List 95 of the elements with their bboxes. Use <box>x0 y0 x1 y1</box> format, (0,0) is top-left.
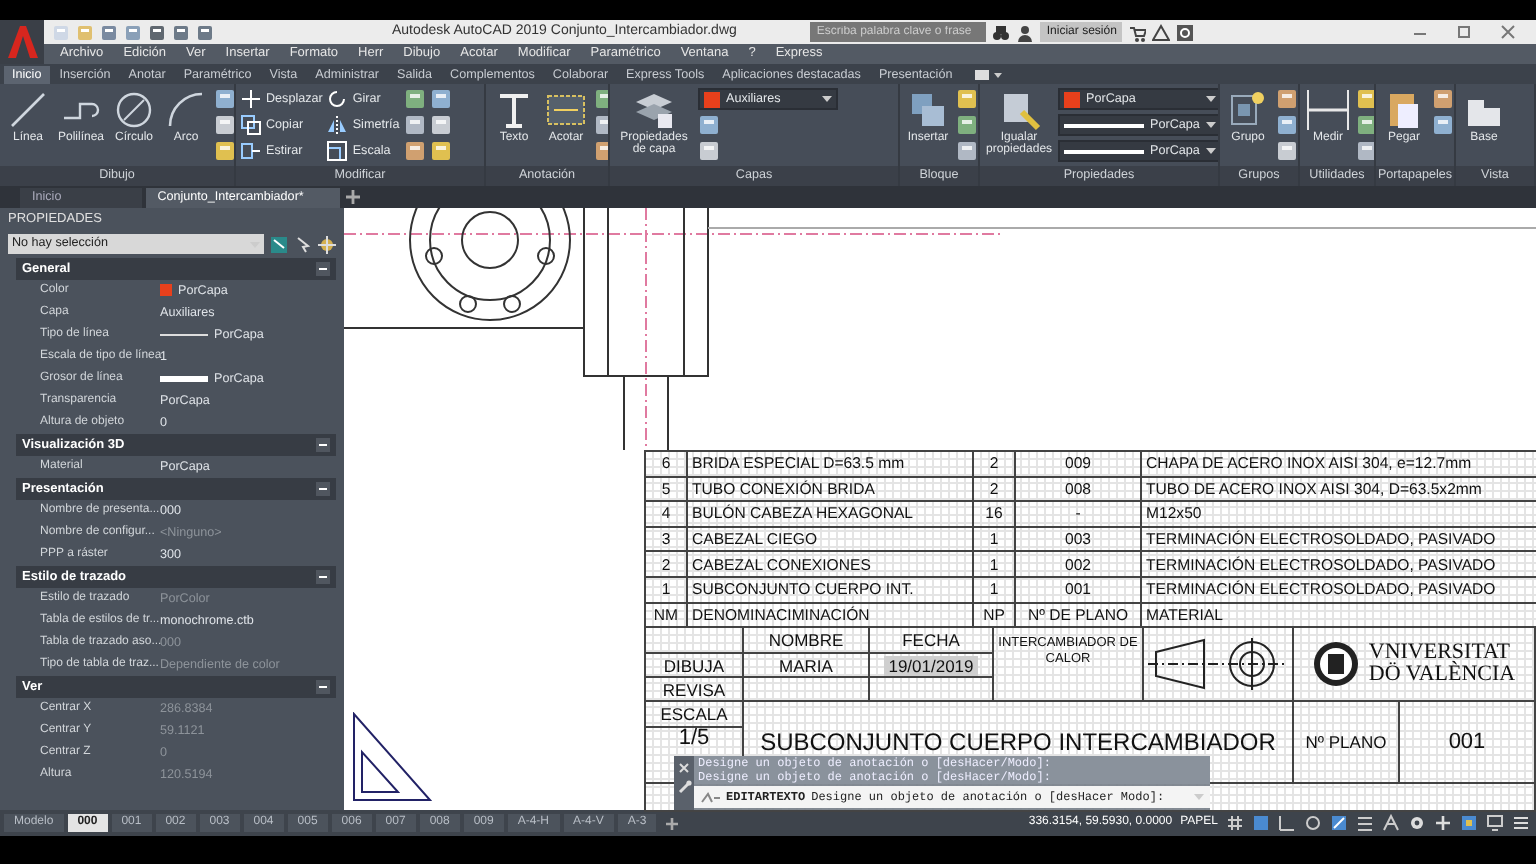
university-name: VNIVERSITAT <box>1368 642 1510 665</box>
menu-icon[interactable] <box>1512 814 1530 832</box>
help-icon[interactable] <box>1176 23 1195 41</box>
caret-icon <box>822 96 832 102</box>
tool-icon[interactable] <box>403 88 426 110</box>
university-seal-icon <box>1312 640 1361 689</box>
maximize-icon[interactable] <box>1456 24 1472 40</box>
cursor-icon[interactable] <box>294 235 312 253</box>
move-icon <box>240 88 262 110</box>
row-label: REVISA <box>644 678 744 703</box>
drawing-number-label: Nº PLANO <box>1294 702 1400 785</box>
scale-icon <box>326 140 349 162</box>
line-icon <box>6 88 50 132</box>
cart-icon[interactable] <box>1128 23 1147 41</box>
collapse-icon[interactable] <box>316 262 330 276</box>
tool-icon[interactable] <box>698 114 720 136</box>
app-logo-icon <box>4 24 40 60</box>
close-icon[interactable] <box>1500 24 1516 40</box>
university-name: DÖ VALÈNCIA <box>1368 664 1516 687</box>
monitor-icon[interactable] <box>1486 814 1504 832</box>
lineweight-sample-icon <box>160 375 208 382</box>
tool-icon[interactable] <box>1276 140 1298 162</box>
toggle-pickadd-icon[interactable] <box>270 235 288 253</box>
tool-icon[interactable] <box>403 114 426 136</box>
stretch-icon <box>240 140 262 162</box>
row-label: DIBUJA <box>644 654 744 679</box>
tool-icon[interactable] <box>956 114 978 136</box>
quick-select-icon[interactable] <box>318 235 336 253</box>
lineweight-icon[interactable] <box>1356 814 1374 832</box>
table-header: FECHA <box>870 628 994 655</box>
layer-stack-icon <box>632 88 676 132</box>
redo-icon[interactable] <box>196 23 214 41</box>
caret-icon <box>1205 148 1216 154</box>
binoculars-icon[interactable] <box>992 23 1011 41</box>
tool-icon[interactable] <box>429 88 452 110</box>
command-prompt-icon <box>700 791 720 803</box>
table-header: NOMBRE <box>744 628 870 655</box>
table-cell <box>744 678 870 703</box>
save-as-icon[interactable] <box>124 23 142 41</box>
isolate-icon[interactable] <box>1460 814 1478 832</box>
tool-icon[interactable] <box>698 140 720 162</box>
projection-symbol-drawing <box>1148 634 1288 695</box>
panel-toggle-icon[interactable] <box>974 67 1003 81</box>
snap-icon[interactable] <box>1252 814 1270 832</box>
user-icon[interactable] <box>1016 23 1035 41</box>
annotation-scale-icon[interactable] <box>1382 814 1400 832</box>
tool-icon[interactable] <box>214 140 234 162</box>
collapse-icon[interactable] <box>316 680 330 694</box>
tool-icon[interactable] <box>429 114 452 136</box>
tool-icon[interactable] <box>429 140 452 162</box>
grid-icon[interactable] <box>1226 814 1244 832</box>
caret-icon <box>1205 96 1216 102</box>
circle-icon <box>112 88 157 132</box>
plus-icon[interactable] <box>343 188 362 206</box>
tool-icon[interactable] <box>403 140 426 162</box>
row-label: ESCALA <box>644 702 744 729</box>
tool-icon[interactable] <box>1356 140 1374 162</box>
tool-icon[interactable] <box>1432 114 1454 136</box>
line-sample-icon <box>1064 121 1145 129</box>
tool-icon[interactable] <box>1356 88 1374 110</box>
tool-icon[interactable] <box>956 140 978 162</box>
tool-icon[interactable] <box>956 88 978 110</box>
blocks-icon <box>906 88 950 132</box>
ruler-icon <box>1306 88 1350 132</box>
mirror-icon <box>326 114 349 136</box>
osnap-icon[interactable] <box>1330 814 1348 832</box>
undo-icon[interactable] <box>172 23 190 41</box>
collapse-icon[interactable] <box>316 570 330 584</box>
rotate-icon <box>326 88 349 110</box>
caret-icon <box>1205 122 1216 128</box>
tool-icon[interactable] <box>214 88 234 110</box>
tool-icon[interactable] <box>1432 88 1454 110</box>
triangle-icon[interactable] <box>1152 23 1171 41</box>
copy-icon <box>240 114 262 136</box>
drawn-by-name: MARIA <box>744 654 870 679</box>
ortho-icon[interactable] <box>1278 814 1296 832</box>
date-value: 19/01/2019 <box>884 655 978 676</box>
line-sample-icon <box>1064 147 1145 155</box>
tool-icon[interactable] <box>1276 88 1298 110</box>
collapse-icon[interactable] <box>316 482 330 496</box>
plus-icon[interactable] <box>664 815 681 831</box>
tool-icon[interactable] <box>1356 114 1374 136</box>
collapse-icon[interactable] <box>316 438 330 452</box>
tool-icon[interactable] <box>214 114 234 136</box>
drawing-number: 001 <box>1400 702 1536 785</box>
gear-icon[interactable] <box>1408 814 1426 832</box>
tool-icon[interactable] <box>1276 114 1298 136</box>
wrench-icon[interactable] <box>677 780 691 794</box>
caret-icon <box>1194 794 1204 800</box>
save-icon[interactable] <box>100 23 118 41</box>
print-icon[interactable] <box>148 23 166 41</box>
triangle-drawing <box>350 712 434 803</box>
table-cell <box>644 628 744 655</box>
linetype-sample-icon <box>160 331 208 338</box>
polar-icon[interactable] <box>1304 814 1322 832</box>
